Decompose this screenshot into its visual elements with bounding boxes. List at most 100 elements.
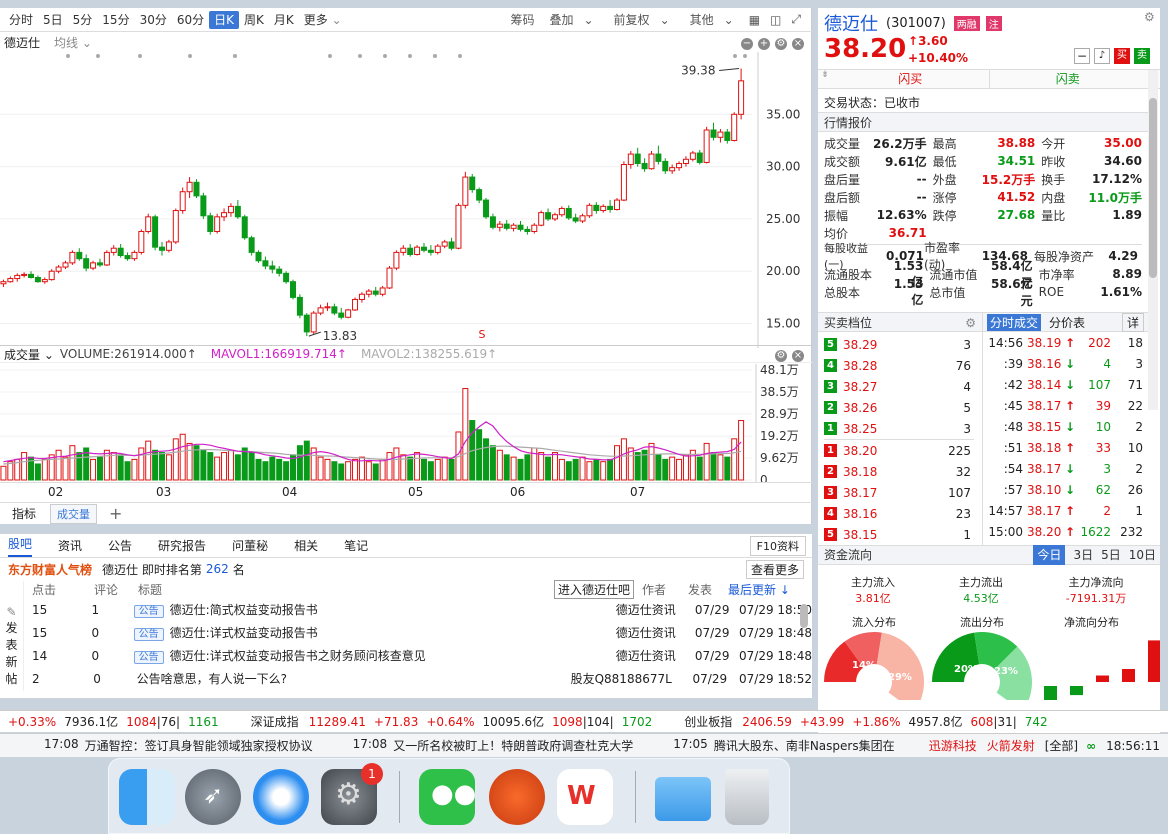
tab-notes[interactable]: 笔记	[344, 537, 368, 554]
wps-icon[interactable]: W	[557, 769, 613, 825]
period-15min[interactable]: 15分	[97, 11, 134, 29]
event-dot[interactable]	[96, 54, 100, 58]
tab-ask-secretary[interactable]: 问董秘	[232, 537, 268, 554]
indicator-dropdown[interactable]: 成交量 ⌄	[4, 346, 54, 363]
event-dot[interactable]	[743, 54, 747, 58]
tab-research[interactable]: 研究报告	[158, 537, 206, 554]
indicator-tab-label[interactable]: 指标	[12, 505, 36, 522]
hot-topic-1[interactable]: 迅游科技	[929, 737, 977, 754]
grid-icon[interactable]: ▦	[744, 13, 765, 27]
order-level[interactable]: 3 38.27 4	[824, 376, 974, 397]
tab-news[interactable]: 资讯	[58, 537, 82, 554]
launchpad-icon[interactable]: ➶	[185, 769, 241, 825]
adjust-dropdown[interactable]: 前复权 ⌄	[604, 11, 680, 28]
settings-icon[interactable]: ⚙	[1144, 10, 1155, 24]
flash-sell-button[interactable]: 闪卖	[990, 70, 1147, 88]
order-level[interactable]: 5 38.15 1	[824, 524, 974, 545]
buy-button[interactable]: 买	[1114, 48, 1130, 64]
period-intraday[interactable]: 分时	[4, 11, 38, 29]
period-weekly[interactable]: 周K	[239, 11, 269, 29]
news-row[interactable]: 15 1 公告 德迈仕:简式权益变动报告书 德迈仕资讯 07/29 07/29 18:50	[32, 598, 812, 621]
tab-price-table[interactable]: 分价表	[1049, 314, 1085, 331]
order-level[interactable]: 3 38.17 107	[824, 482, 974, 503]
tab-related[interactable]: 相关	[294, 537, 318, 554]
folder-icon[interactable]	[655, 777, 711, 821]
settings-icon[interactable]: ⚙	[775, 37, 787, 50]
tab-guba[interactable]: 股吧	[8, 535, 33, 557]
plus-icon[interactable]: +	[758, 37, 770, 50]
other-dropdown[interactable]: 其他 ⌄	[680, 11, 744, 28]
news-row[interactable]: 14 0 公告 德迈仕:详式权益变动报告书之财务顾问核查意见 德迈仕资讯 07/29 07/…	[32, 644, 812, 667]
event-dot[interactable]	[358, 54, 362, 58]
chips-button[interactable]: 筹码	[505, 11, 539, 28]
indicator-tab-volume[interactable]: 成交量	[50, 503, 98, 524]
kline-chart[interactable]: 35.00 30.00 25.00 20.00 15.00 39.38 13.83 S	[0, 52, 812, 348]
detail-button[interactable]: 详	[1121, 312, 1144, 332]
event-dot[interactable]	[188, 54, 192, 58]
event-dot[interactable]	[233, 54, 237, 58]
tab-announcements[interactable]: 公告	[108, 537, 132, 554]
enter-bar-button[interactable]: 进入德迈仕吧	[554, 579, 635, 599]
event-dot[interactable]	[66, 54, 70, 58]
minus-button[interactable]: −	[1074, 48, 1090, 64]
finder-icon[interactable]	[119, 769, 175, 825]
capital-10day[interactable]: 10日	[1129, 545, 1156, 565]
trash-icon[interactable]	[725, 769, 769, 825]
period-30min[interactable]: 30分	[135, 11, 172, 29]
event-dot[interactable]	[408, 54, 412, 58]
ma-dropdown[interactable]: 均线 ⌄	[54, 34, 92, 51]
event-dot[interactable]	[433, 54, 437, 58]
period-5min[interactable]: 5分	[68, 11, 98, 29]
news-row[interactable]: 2 0 公告啥意思，有人说一下么? 股友Q88188677L 07/29 07/29 18…	[32, 667, 812, 690]
order-level[interactable]: 1 38.20 225	[824, 440, 974, 461]
quote-scrollbar-track[interactable]	[1148, 70, 1158, 410]
period-more-dropdown[interactable]: 更多 ⌄	[299, 11, 347, 29]
tab-tick-trades[interactable]: 分时成交	[987, 313, 1042, 331]
event-dot[interactable]	[383, 54, 387, 58]
eastmoney-icon[interactable]	[489, 769, 545, 825]
minus-icon[interactable]: −	[741, 37, 753, 50]
bell-icon[interactable]: ♪	[1094, 48, 1110, 64]
close-icon[interactable]: ×	[792, 37, 804, 50]
post-new-button[interactable]: ✎ 发 表 新 帖	[0, 581, 24, 691]
collapse-icon[interactable]: ⇟	[818, 70, 832, 88]
all-topics-button[interactable]: [全部]	[1045, 737, 1078, 754]
settings-icon[interactable]: ⚙	[775, 349, 787, 362]
add-indicator-button[interactable]: +	[109, 504, 122, 523]
fullscreen-icon[interactable]: ⤢	[786, 12, 806, 27]
order-level[interactable]: 1 38.25 3	[824, 418, 974, 439]
news-scrollbar[interactable]	[800, 604, 808, 628]
event-dot[interactable]	[458, 54, 462, 58]
volume-chart[interactable]: 48.1万 38.5万 28.9万 19.2万 9.62万 0	[0, 364, 812, 482]
capital-5day[interactable]: 5日	[1101, 545, 1121, 565]
overlay-dropdown[interactable]: 叠加 ⌄	[539, 11, 603, 28]
close-icon[interactable]: ×	[792, 349, 804, 362]
settings-icon[interactable]: ⚙	[965, 313, 976, 333]
period-5day[interactable]: 5日	[38, 11, 68, 29]
wechat-icon[interactable]: ●●	[419, 769, 476, 825]
period-daily[interactable]: 日K	[209, 10, 240, 29]
order-level[interactable]: 5 38.29 3	[824, 334, 974, 355]
view-more-button[interactable]: 查看更多	[745, 559, 804, 579]
capital-today[interactable]: 今日	[1033, 545, 1066, 565]
order-level[interactable]: 2 38.26 5	[824, 397, 974, 418]
period-60min[interactable]: 60分	[172, 11, 209, 29]
event-dot[interactable]	[328, 54, 332, 58]
quote-scrollbar-thumb[interactable]	[1149, 98, 1157, 278]
event-dot[interactable]	[138, 54, 142, 58]
order-level[interactable]: 4 38.28 76	[824, 355, 974, 376]
order-level[interactable]: 4 38.16 23	[824, 503, 974, 524]
safari-icon[interactable]	[253, 769, 309, 825]
hot-topic-2[interactable]: 火箭发射	[987, 737, 1035, 754]
period-monthly[interactable]: 月K	[269, 11, 299, 29]
news-row[interactable]: 15 0 公告 德迈仕:详式权益变动报告书 德迈仕资讯 07/29 07/29 18:48	[32, 621, 812, 644]
order-level[interactable]: 2 38.18 32	[824, 461, 974, 482]
f10-button[interactable]: F10资料	[749, 535, 806, 556]
event-dot[interactable]	[733, 54, 737, 58]
layout-icon[interactable]: ◫	[765, 13, 786, 27]
capital-3day[interactable]: 3日	[1073, 545, 1093, 565]
system-preferences-icon[interactable]: ⚙ 1	[321, 763, 383, 825]
sell-button[interactable]: 卖	[1134, 48, 1150, 64]
flash-buy-button[interactable]: 闪买	[832, 70, 990, 88]
col-last-update[interactable]: 最后更新 ↓	[728, 581, 790, 598]
